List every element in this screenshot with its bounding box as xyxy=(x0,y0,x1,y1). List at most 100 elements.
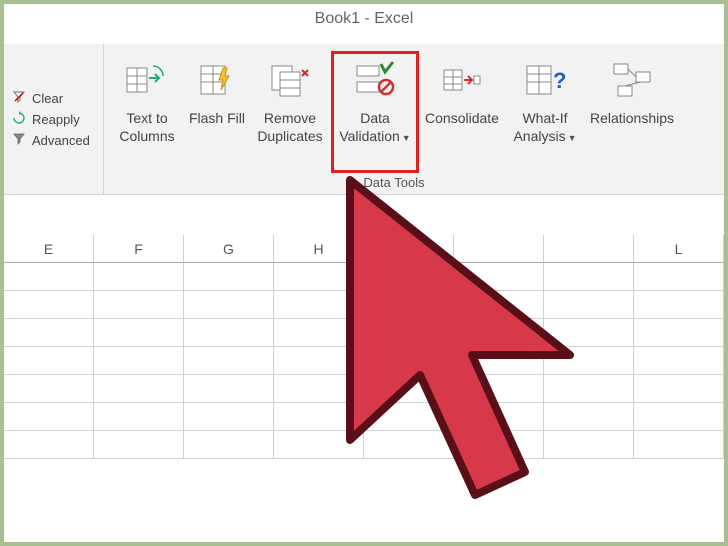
col-header[interactable]: G xyxy=(184,235,274,263)
cell[interactable] xyxy=(4,319,94,347)
col-header[interactable]: L xyxy=(634,235,724,263)
cell[interactable] xyxy=(94,431,184,459)
cell[interactable] xyxy=(274,291,364,319)
cell[interactable] xyxy=(364,319,454,347)
cell[interactable] xyxy=(94,403,184,431)
reapply-label: Reapply xyxy=(32,112,80,127)
remove-duplicates-label: Remove Duplicates xyxy=(250,110,330,145)
cell[interactable] xyxy=(454,263,544,291)
col-header[interactable]: F xyxy=(94,235,184,263)
col-header[interactable]: I xyxy=(364,235,454,263)
data-tools-group: Text to Columns Flash Fi xyxy=(104,44,684,194)
cell[interactable] xyxy=(94,291,184,319)
col-header[interactable]: E xyxy=(4,235,94,263)
cell[interactable] xyxy=(274,431,364,459)
cell[interactable] xyxy=(274,375,364,403)
ribbon: Clear Reapply Advanced xyxy=(4,44,724,195)
cell[interactable] xyxy=(364,291,454,319)
cell[interactable] xyxy=(544,403,634,431)
cell[interactable] xyxy=(544,319,634,347)
cell[interactable] xyxy=(634,291,724,319)
clear-button[interactable]: Clear xyxy=(12,90,95,107)
cell[interactable] xyxy=(184,375,274,403)
cell[interactable] xyxy=(94,263,184,291)
text-to-columns-button[interactable]: Text to Columns xyxy=(108,52,186,172)
svg-text:?: ? xyxy=(553,68,566,93)
cell[interactable] xyxy=(274,347,364,375)
cell[interactable] xyxy=(274,319,364,347)
text-to-columns-label: Text to Columns xyxy=(110,110,184,145)
cell[interactable] xyxy=(364,263,454,291)
cell[interactable] xyxy=(4,403,94,431)
cell[interactable] xyxy=(4,263,94,291)
clear-icon xyxy=(12,90,26,107)
cell[interactable] xyxy=(184,403,274,431)
cell[interactable] xyxy=(184,431,274,459)
cell[interactable] xyxy=(364,375,454,403)
cell[interactable] xyxy=(454,291,544,319)
advanced-label: Advanced xyxy=(32,133,90,148)
advanced-icon xyxy=(12,132,26,149)
clear-label: Clear xyxy=(32,91,63,106)
cell[interactable] xyxy=(364,347,454,375)
cell[interactable] xyxy=(634,263,724,291)
cell[interactable] xyxy=(544,375,634,403)
cell[interactable] xyxy=(454,375,544,403)
cell[interactable] xyxy=(454,431,544,459)
titlebar: Book1 - Excel xyxy=(4,4,724,34)
cell[interactable] xyxy=(184,347,274,375)
data-validation-button[interactable]: Data Validation▼ xyxy=(332,52,418,172)
remove-duplicates-button[interactable]: Remove Duplicates xyxy=(248,52,332,172)
flash-fill-button[interactable]: Flash Fill xyxy=(186,52,248,172)
cell[interactable] xyxy=(544,291,634,319)
relationships-label: Relationships xyxy=(590,110,674,128)
data-validation-label: Data Validation▼ xyxy=(334,110,416,145)
cell[interactable] xyxy=(184,291,274,319)
reapply-icon xyxy=(12,111,26,128)
cell[interactable] xyxy=(544,347,634,375)
cell[interactable] xyxy=(364,431,454,459)
cell[interactable] xyxy=(274,403,364,431)
cell[interactable] xyxy=(184,263,274,291)
cell[interactable] xyxy=(4,291,94,319)
cell[interactable] xyxy=(634,431,724,459)
reapply-button[interactable]: Reapply xyxy=(12,111,95,128)
cell[interactable] xyxy=(544,263,634,291)
cell[interactable] xyxy=(634,403,724,431)
flash-fill-icon xyxy=(193,56,241,104)
advanced-button[interactable]: Advanced xyxy=(12,132,95,149)
text-to-columns-icon xyxy=(123,56,171,104)
relationships-button[interactable]: Relationships xyxy=(584,52,680,172)
cell[interactable] xyxy=(94,319,184,347)
cell[interactable] xyxy=(544,431,634,459)
col-header[interactable] xyxy=(454,235,544,263)
consolidate-icon xyxy=(438,56,486,104)
cell[interactable] xyxy=(274,263,364,291)
what-if-label: What-If Analysis▼ xyxy=(508,110,582,145)
col-header[interactable] xyxy=(544,235,634,263)
relationships-icon xyxy=(608,56,656,104)
cell[interactable] xyxy=(364,403,454,431)
cell[interactable] xyxy=(634,347,724,375)
grid[interactable] xyxy=(4,263,724,459)
cell[interactable] xyxy=(184,319,274,347)
sort-filter-partial: Clear Reapply Advanced xyxy=(4,44,104,194)
cell[interactable] xyxy=(94,375,184,403)
window-title: Book1 - Excel xyxy=(315,10,414,27)
cell[interactable] xyxy=(94,347,184,375)
cell[interactable] xyxy=(4,375,94,403)
column-headers: E F G H I L xyxy=(4,235,724,263)
remove-duplicates-icon xyxy=(266,56,314,104)
what-if-button[interactable]: ? What-If Analysis▼ xyxy=(506,52,584,172)
cell[interactable] xyxy=(4,347,94,375)
cell[interactable] xyxy=(4,431,94,459)
col-header[interactable]: H xyxy=(274,235,364,263)
cell[interactable] xyxy=(634,319,724,347)
cell[interactable] xyxy=(454,403,544,431)
consolidate-button[interactable]: Consolidate xyxy=(418,52,506,172)
cell[interactable] xyxy=(454,319,544,347)
spreadsheet[interactable]: E F G H I L xyxy=(4,235,724,542)
cell[interactable] xyxy=(454,347,544,375)
dropdown-arrow-icon: ▼ xyxy=(568,133,577,143)
cell[interactable] xyxy=(634,375,724,403)
